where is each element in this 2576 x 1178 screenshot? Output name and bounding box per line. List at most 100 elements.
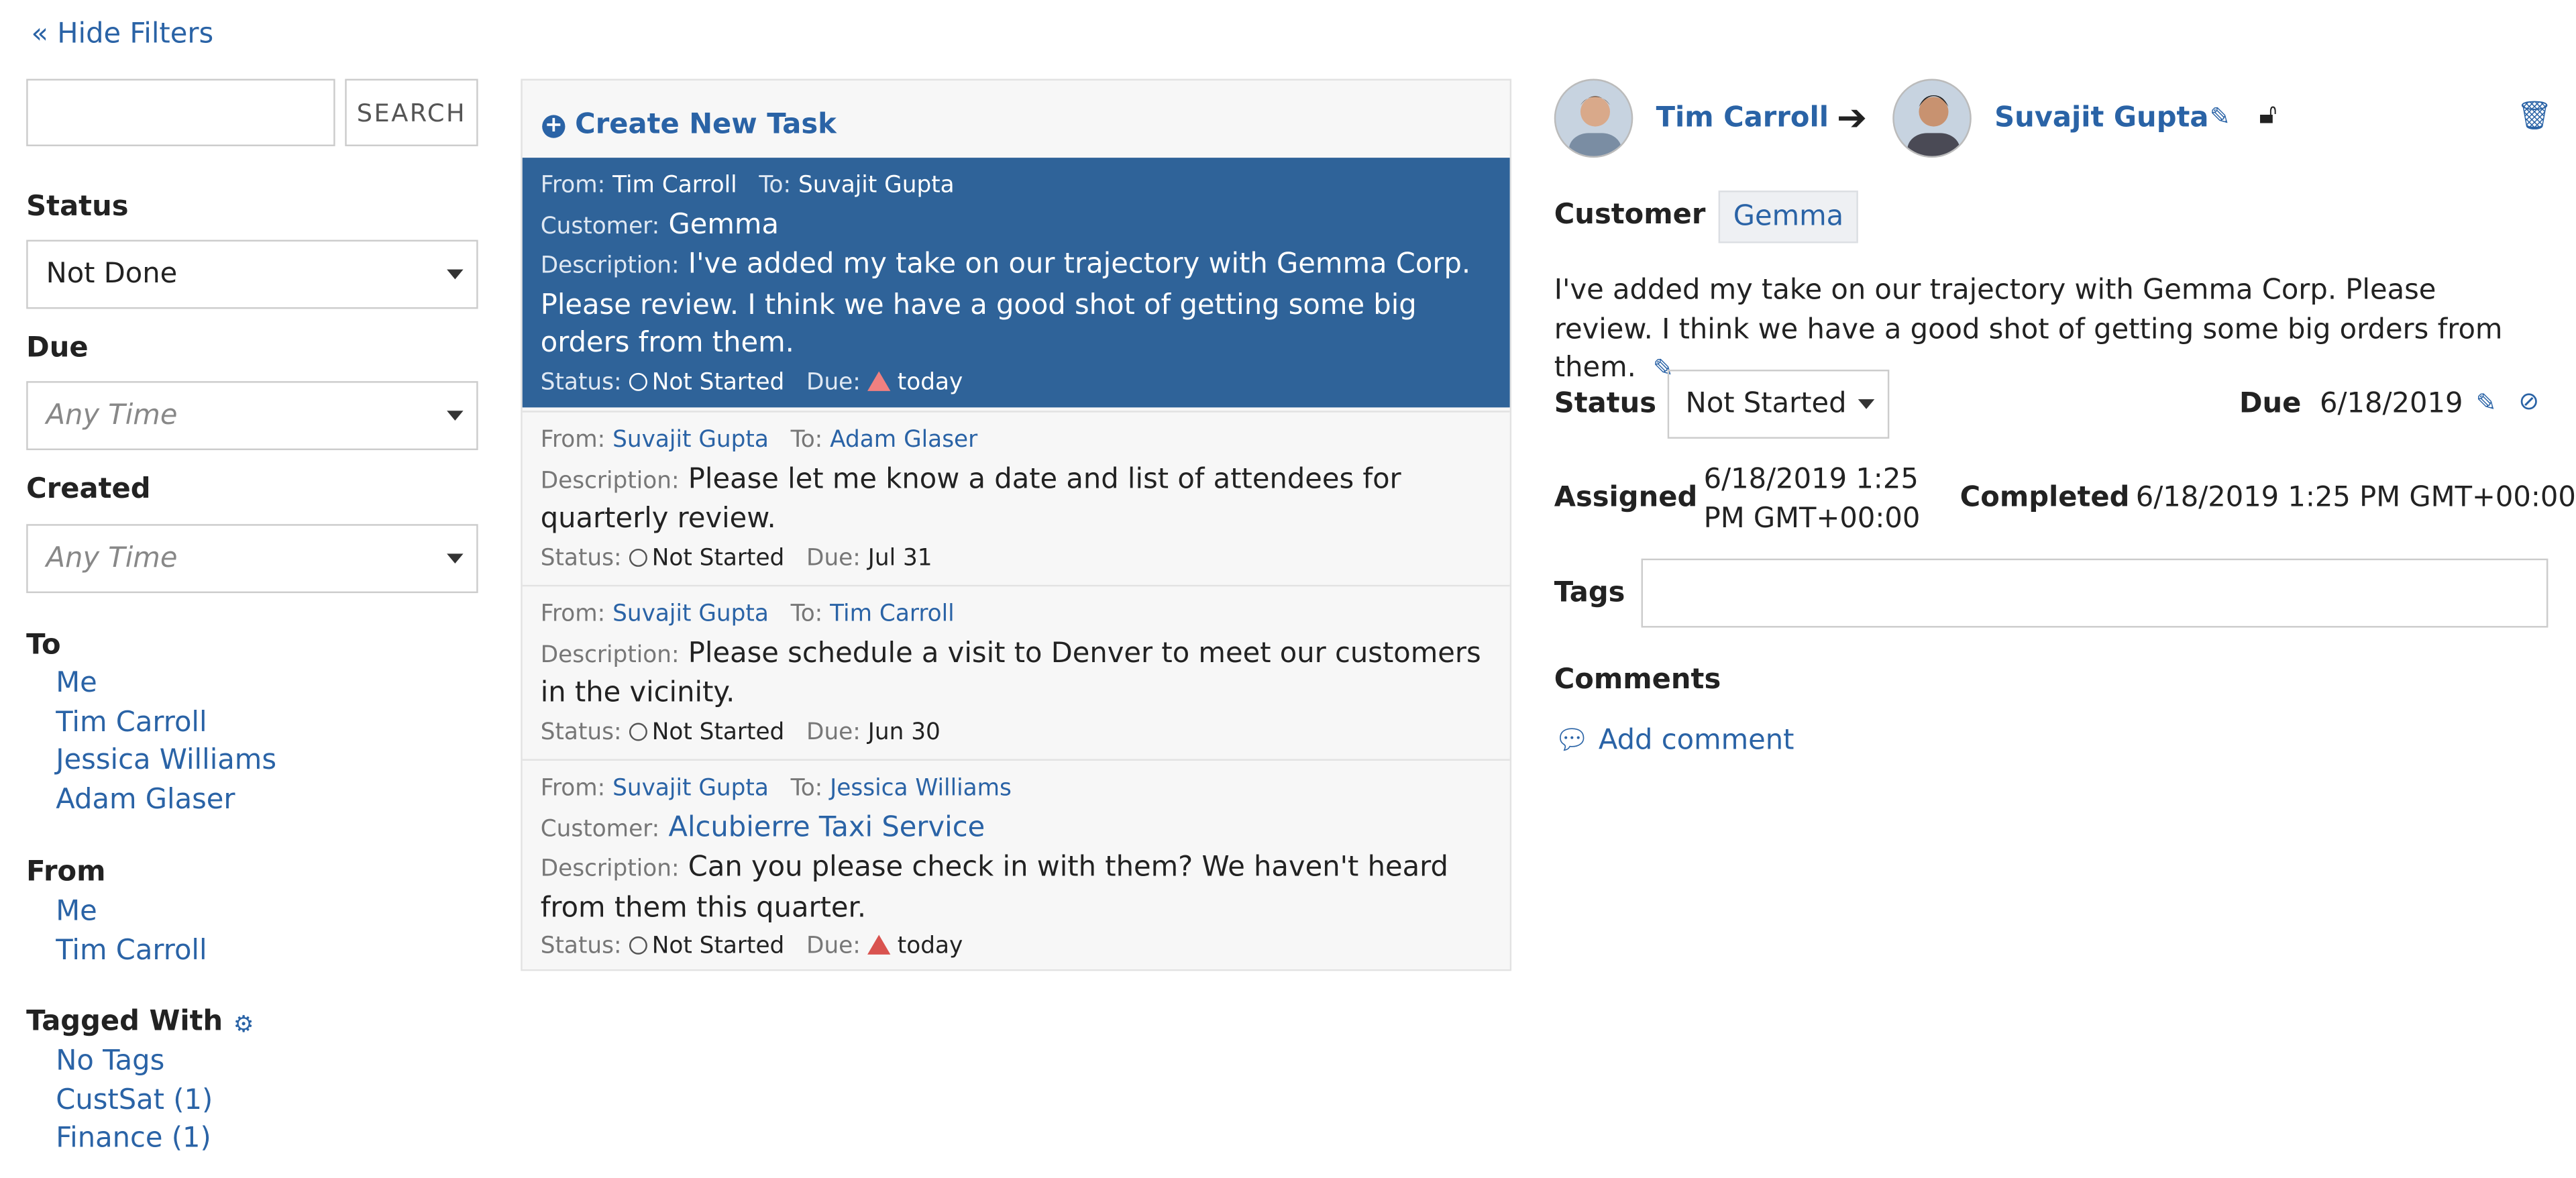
comment-icon: 💬︎ [1554, 725, 1590, 757]
from-label: From: [540, 775, 606, 802]
to-filter-item[interactable]: Tim Carroll [56, 706, 207, 739]
description-label: Description: [540, 467, 680, 494]
task-description: I've added my take on our trajectory wit… [540, 248, 1471, 360]
status-label: Status: [540, 933, 622, 960]
tag-filter-item[interactable]: Finance (1) [56, 1123, 211, 1156]
task-to[interactable]: Jessica Williams [830, 775, 1012, 802]
circle-icon [629, 722, 647, 741]
task-due: Jul 31 [867, 544, 932, 572]
add-comment-link[interactable]: 💬︎ Add comment [1554, 725, 1794, 757]
task-status: Not Started [651, 544, 785, 572]
due-filter-label: Due [26, 331, 89, 365]
from-filter-list: Me Tim Carroll [56, 894, 207, 971]
search-button[interactable]: SEARCH [345, 78, 478, 146]
task-due: Jun 30 [867, 718, 941, 745]
to-filter-list: Me Tim Carroll Jessica Williams Adam Gla… [56, 665, 276, 821]
due-label: Due: [806, 718, 861, 745]
completed-value: 6/18/2019 1:25 PM GMT+00:00 [2135, 481, 2576, 515]
task-to[interactable]: Tim Carroll [830, 601, 955, 627]
customer-label: Customer: [540, 213, 660, 239]
task-item-selected[interactable]: From: Tim Carroll To: Suvajit Gupta Cust… [522, 158, 1510, 408]
task-from[interactable]: Suvajit Gupta [612, 775, 769, 802]
add-comment-label: Add comment [1598, 725, 1794, 757]
task-from[interactable]: Suvajit Gupta [612, 601, 769, 627]
gear-icon[interactable]: ⚙ [233, 1012, 254, 1038]
task-customer[interactable]: Alcubierre Taxi Service [668, 811, 985, 844]
from-filter-label: From [26, 855, 106, 889]
created-filter-label: Created [26, 473, 151, 506]
description-label: Description: [540, 641, 680, 668]
from-user-link[interactable]: Tim Carroll [1656, 102, 1829, 135]
due-label: Due [2239, 387, 2302, 421]
circle-icon [629, 547, 647, 566]
created-filter-select[interactable]: Any Time [26, 524, 478, 594]
clear-icon[interactable]: ⊘ [2518, 386, 2539, 416]
from-label: From: [540, 427, 606, 453]
task-to[interactable]: Adam Glaser [830, 427, 977, 453]
chevron-down-icon [447, 411, 464, 421]
hide-filters-link[interactable]: « Hide Filters [32, 18, 214, 51]
task-from[interactable]: Tim Carroll [612, 172, 737, 199]
to-label: To: [790, 601, 823, 628]
create-task-label: Create New Task [575, 108, 837, 142]
to-user-link[interactable]: Suvajit Gupta [1994, 102, 2208, 135]
avatar [1892, 78, 1972, 158]
from-label: From: [540, 601, 606, 628]
chevron-down-icon [447, 269, 464, 280]
task-to[interactable]: Suvajit Gupta [798, 172, 955, 199]
warning-icon [867, 370, 892, 390]
trash-icon[interactable]: 🗑︎ [2517, 100, 2553, 133]
assigned-value: 6/18/2019 1:25 PM GMT+00:00 [1703, 463, 1921, 535]
due-filter-select[interactable]: Any Time [26, 381, 478, 451]
tag-filter-item[interactable]: No Tags [56, 1045, 164, 1078]
comments-label: Comments [1554, 663, 1721, 697]
task-page: « Hide Filters SEARCH Status Not Done Du… [0, 0, 2576, 1178]
task-item[interactable]: From: Suvajit Gupta To: Jessica Williams… [522, 759, 1510, 969]
avatar [1554, 78, 1633, 158]
description-label: Description: [540, 253, 680, 280]
status-label: Status: [540, 718, 622, 745]
to-label: To: [790, 775, 823, 802]
create-task-button[interactable]: + Create New Task [542, 109, 837, 142]
to-filter-item[interactable]: Jessica Williams [56, 745, 276, 778]
status-label: Status [1554, 387, 1657, 421]
due-label: Due: [806, 544, 861, 572]
to-filter-item[interactable]: Adam Glaser [56, 784, 235, 816]
due-filter-placeholder: Any Time [46, 399, 178, 433]
tagged-filter-label: Tagged With [26, 1005, 223, 1038]
to-filter-item[interactable]: Me [56, 667, 97, 700]
status-select[interactable]: Not Started [1667, 370, 1890, 439]
description-label: Description: [540, 855, 680, 883]
task-description: Please schedule a visit to Denver to mee… [540, 636, 1481, 710]
status-value: Not Started [1685, 387, 1847, 421]
edit-icon[interactable]: ✎ [2210, 102, 2231, 131]
status-label: Status: [540, 544, 622, 572]
due-label: Due: [806, 368, 861, 395]
from-filter-item[interactable]: Tim Carroll [56, 934, 207, 967]
circle-icon [629, 936, 647, 955]
status-filter-select[interactable]: Not Done [26, 239, 478, 309]
task-item[interactable]: From: Suvajit Gupta To: Tim Carroll Desc… [522, 584, 1510, 757]
task-status: Not Started [651, 933, 785, 960]
circle-icon [629, 372, 647, 390]
due-value: 6/18/2019 [2319, 387, 2463, 421]
tag-filter-item[interactable]: CustSat (1) [56, 1084, 213, 1117]
to-label: To: [790, 427, 823, 453]
warning-icon [867, 934, 892, 955]
unlock-icon[interactable]: 🔓︎ [2259, 99, 2277, 131]
tags-input[interactable] [1641, 558, 2548, 628]
task-from[interactable]: Suvajit Gupta [612, 427, 769, 453]
assigned-label: Assigned [1554, 481, 1698, 515]
edit-icon[interactable]: ✎ [2476, 388, 2497, 417]
from-filter-item[interactable]: Me [56, 896, 97, 928]
status-label: Status: [540, 368, 622, 395]
task-customer[interactable]: Gemma [668, 208, 779, 241]
chevron-down-icon [1858, 399, 1875, 409]
chevron-down-icon [447, 553, 464, 564]
completed-label: Completed [1960, 481, 2130, 515]
search-input[interactable] [26, 78, 335, 146]
tag-filter-list: No Tags CustSat (1) Finance (1) [56, 1043, 213, 1160]
customer-tag[interactable]: Gemma [1718, 191, 1859, 244]
to-filter-label: To [26, 629, 61, 662]
task-item[interactable]: From: Suvajit Gupta To: Adam Glaser Desc… [522, 411, 1510, 584]
